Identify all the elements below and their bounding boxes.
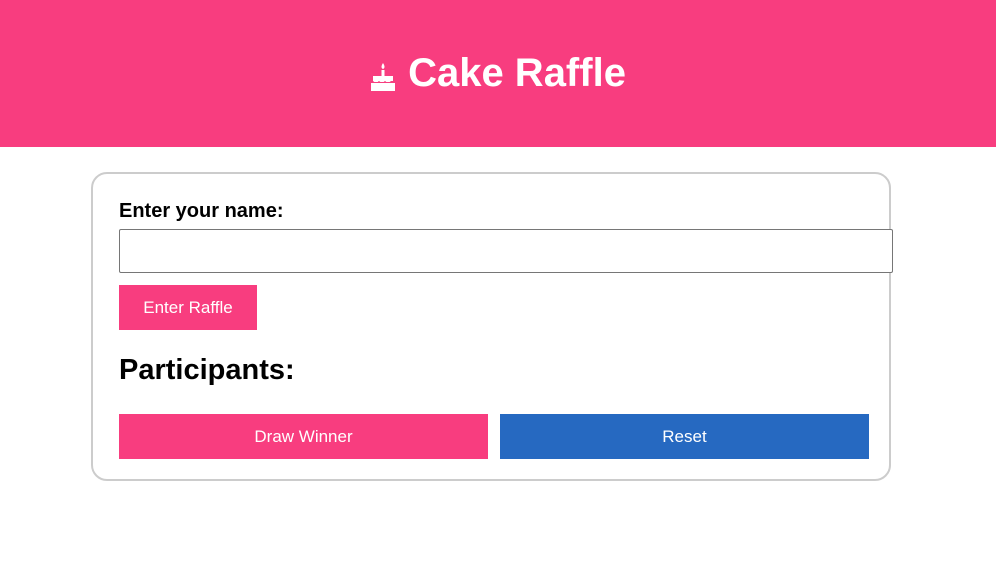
reset-button[interactable]: Reset xyxy=(500,414,869,459)
birthday-cake-icon xyxy=(370,57,396,91)
page-header: Cake Raffle xyxy=(0,0,996,147)
page-title-wrapper: Cake Raffle xyxy=(370,51,626,96)
raffle-card: Enter your name: Enter Raffle Participan… xyxy=(91,172,893,481)
draw-winner-button[interactable]: Draw Winner xyxy=(119,414,488,459)
enter-raffle-button[interactable]: Enter Raffle xyxy=(119,285,257,330)
participants-heading: Participants: xyxy=(119,354,295,386)
name-input[interactable] xyxy=(119,229,893,273)
name-label: Enter your name: xyxy=(119,200,284,222)
page-title: Cake Raffle xyxy=(408,51,626,95)
